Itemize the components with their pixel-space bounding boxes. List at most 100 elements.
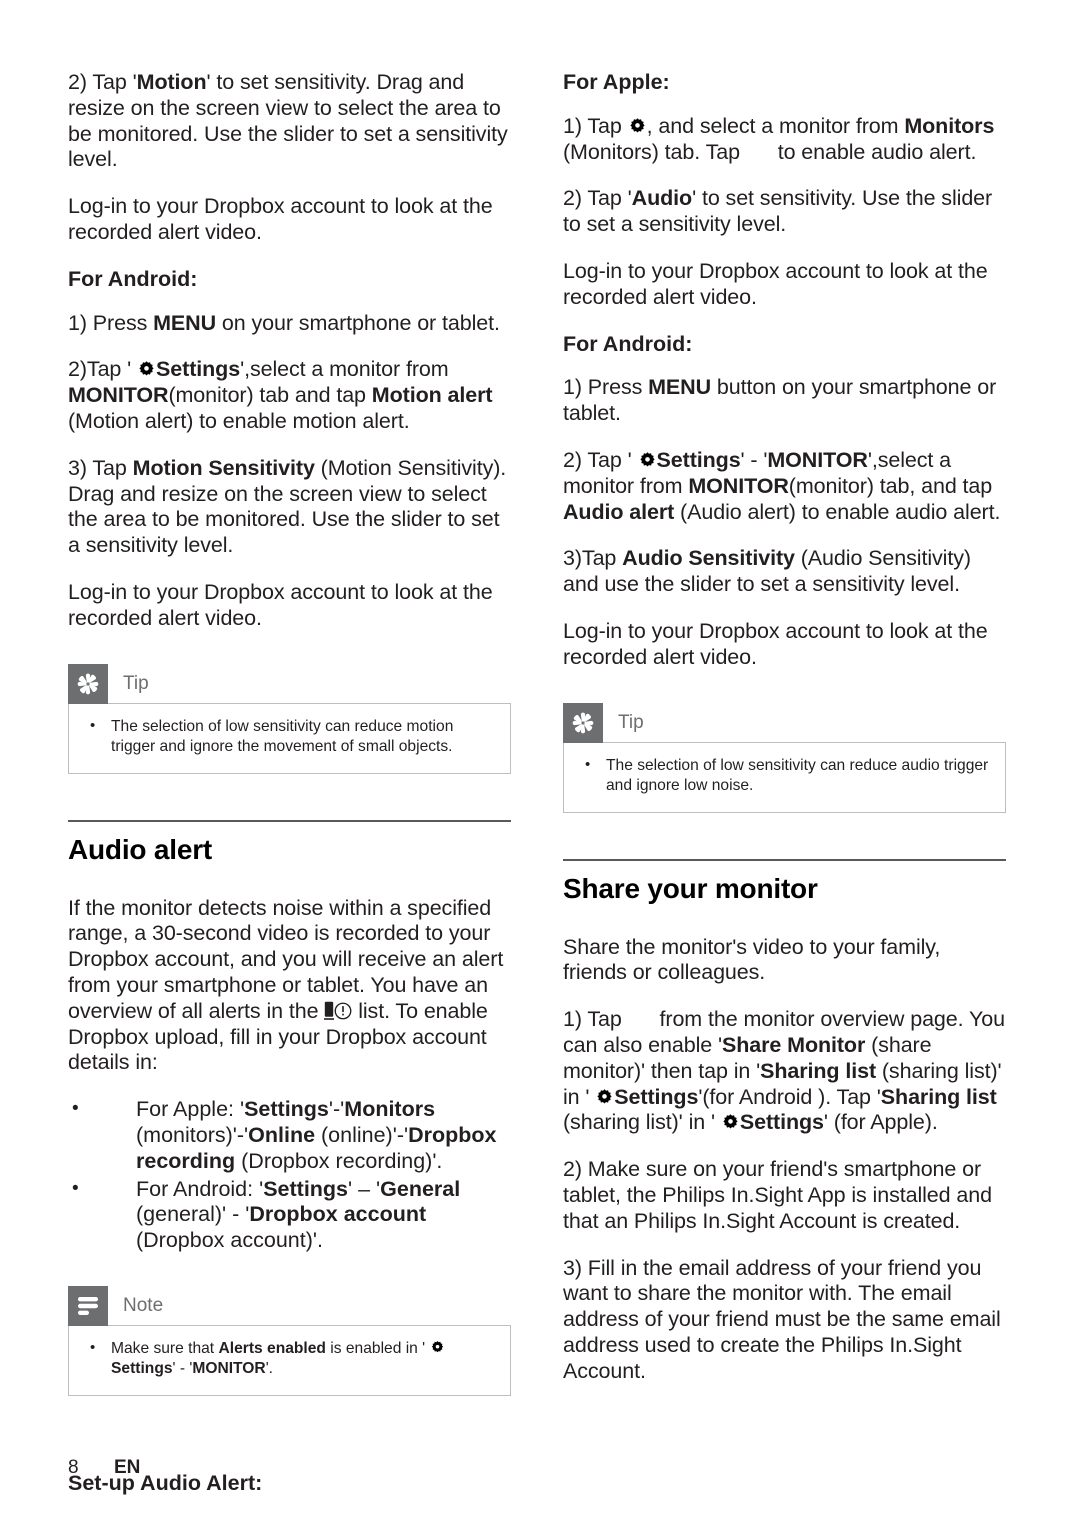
text-run: (monitor) tab, and tap <box>788 473 993 498</box>
gear-icon <box>595 1088 614 1107</box>
paragraph-android-step1: 1) Press MENU button on your smartphone … <box>563 375 1006 427</box>
right-column: For Apple: 1) Tap , and select a monitor… <box>563 70 1006 1406</box>
asterisk-icon-glyph <box>77 673 99 694</box>
paragraph-motion-step2: 2) Tap 'Motion' to set sensitivity. Drag… <box>68 70 511 173</box>
text-run-bold: Motion alert <box>371 383 493 408</box>
text-run-bold: Audio <box>631 186 693 211</box>
text-run: 1) Press <box>563 375 649 400</box>
text-run-bold: Settings <box>739 1110 824 1135</box>
callout-list-item: The selection of low sensitivity can red… <box>85 716 494 758</box>
paragraph-android-step3: 3)Tap Audio Sensitivity (Audio Sensitivi… <box>563 546 1006 598</box>
gear-icon <box>628 117 647 136</box>
paragraph-audio-alert-intro: If the monitor detects noise within a sp… <box>68 896 511 1077</box>
text-run: 2) Tap ' <box>68 70 137 94</box>
callout-list: The selection of low sensitivity can red… <box>85 716 494 758</box>
text-run: 2) Tap ' <box>563 186 632 211</box>
paragraph-share-step2: 2) Make sure on your friend's smartphone… <box>563 1157 992 1233</box>
text-run: 3) Tap <box>68 455 133 480</box>
paragraph-dropbox-login-2: Log-in to your Dropbox account to look a… <box>563 618 988 669</box>
paragraph-android-step2: 2) Tap ' Settings' - 'MONITOR',select a … <box>563 448 1006 525</box>
paragraph-android-step3: 3) Tap Motion Sensitivity (Motion Sensit… <box>68 456 511 559</box>
callout-header: Note <box>68 1285 511 1326</box>
device-icon <box>324 1001 335 1020</box>
section-divider <box>563 858 1006 861</box>
text-run-bold: Settings <box>614 1084 699 1109</box>
text-run-bold: MENU <box>648 375 712 400</box>
text-run-bold: Motion Sensitivity <box>132 455 315 480</box>
text-run: (Dropbox account)'. <box>136 1228 323 1253</box>
callout-list-item: Make sure that Alerts enabled is enabled… <box>85 1338 494 1380</box>
callout-list: Make sure that Alerts enabled is enabled… <box>85 1338 494 1380</box>
paragraph-android-step2: 2)Tap ' Settings',select a monitor from … <box>68 357 511 434</box>
list-item: For Apple: 'Settings'-'Monitors (monitor… <box>68 1096 511 1174</box>
note-callout-alerts: Note Make sure that Alerts enabled is en… <box>68 1285 511 1396</box>
text-run-bold: Audio Sensitivity <box>622 546 795 571</box>
callout-list-item: The selection of low sensitivity can red… <box>580 755 989 797</box>
text-run: (general)' - ' <box>136 1202 250 1227</box>
paragraph-apple-step1: 1) Tap , and select a monitor from Monit… <box>563 114 1006 166</box>
note-lines-icon <box>68 1285 108 1326</box>
text-run: '(for Android ). Tap ' <box>698 1084 881 1109</box>
heading-for-android: For Android: <box>68 266 198 291</box>
section-share-monitor: Share your monitor Share the monitor's v… <box>563 858 1006 1385</box>
text-run-bold: MONITOR <box>767 447 868 472</box>
dropbox-settings-bullet-list: For Apple: 'Settings'-'Monitors (monitor… <box>68 1096 511 1254</box>
callout-body: The selection of low sensitivity can red… <box>68 702 511 774</box>
paragraph-share-step1: 1) Tap from the monitor overview page. Y… <box>563 1007 1006 1136</box>
text-run: 1) Tap <box>563 1007 628 1032</box>
text-run: ' - ' <box>740 447 768 472</box>
heading-for-android: For Android: <box>563 331 693 356</box>
heading-for-apple: For Apple: <box>563 70 670 94</box>
document-page: 2) Tap 'Motion' to set sensitivity. Drag… <box>0 0 1080 1527</box>
asterisk-icon <box>563 702 603 743</box>
text-run-bold: Settings <box>244 1097 329 1122</box>
paragraph-share-step3: 3) Fill in the email address of your fri… <box>563 1255 1001 1383</box>
section-divider <box>68 819 511 822</box>
text-run: to enable audio alert. <box>771 139 977 164</box>
text-run: 1) Press <box>68 310 154 335</box>
text-run: (monitor) tab and tap <box>168 383 372 408</box>
two-column-layout: 2) Tap 'Motion' to set sensitivity. Drag… <box>68 70 1025 1496</box>
text-run: , and select a monitor from <box>646 113 905 138</box>
text-run: (Monitors) tab. Tap <box>563 139 746 164</box>
gear-icon <box>638 451 657 470</box>
text-run: 1) Tap <box>563 113 628 138</box>
text-run: 2)Tap ' <box>68 357 138 382</box>
text-run-bold: Monitors <box>904 113 995 138</box>
paragraph-dropbox-login-1: Log-in to your Dropbox account to look a… <box>68 194 493 244</box>
text-run-bold: Audio alert <box>563 499 675 524</box>
asterisk-icon <box>68 663 108 704</box>
callout-title: Note <box>123 1294 164 1316</box>
text-run-bold: Sharing list <box>880 1084 997 1109</box>
text-run-bold: MONITOR <box>192 1360 266 1378</box>
text-run-bold: Motion <box>136 70 207 94</box>
text-run: (Motion alert) to enable motion alert. <box>68 408 410 433</box>
text-run: (online)'-' <box>315 1122 409 1147</box>
text-run: ' - ' <box>172 1360 193 1378</box>
left-column: 2) Tap 'Motion' to set sensitivity. Drag… <box>68 70 511 1496</box>
paragraph-dropbox-login-2: Log-in to your Dropbox account to look a… <box>68 579 493 630</box>
text-run: '-' <box>328 1097 345 1122</box>
callout-title: Tip <box>123 672 149 694</box>
callout-header: Tip <box>563 702 1006 743</box>
text-run-bold: Settings <box>656 447 741 472</box>
text-run: 3)Tap <box>563 546 623 571</box>
text-run: (monitors)'-' <box>136 1122 249 1147</box>
text-run-bold: Share Monitor <box>722 1032 866 1057</box>
text-run: ' (for Apple). <box>823 1110 938 1135</box>
tip-callout-motion: Tip The selection of low sensitivity can… <box>68 663 511 774</box>
callout-body: The selection of low sensitivity can red… <box>563 741 1006 813</box>
text-run-bold: Sharing list <box>760 1058 876 1083</box>
gear-icon <box>721 1113 740 1132</box>
list-item: For Android: 'Settings' – 'General (gene… <box>68 1176 511 1254</box>
text-run: (Dropbox recording)'. <box>235 1148 443 1173</box>
text-run-bold: MONITOR <box>68 383 169 408</box>
text-run: on your smartphone or tablet. <box>216 310 500 335</box>
text-run: is enabled in ' <box>325 1339 430 1357</box>
text-run-bold: General <box>380 1176 461 1201</box>
text-run: (sharing list)' in ' <box>563 1110 721 1135</box>
text-run: ' – ' <box>348 1176 381 1201</box>
callout-title: Tip <box>618 711 644 733</box>
text-run: '. <box>265 1360 273 1378</box>
text-run-bold: Online <box>248 1122 316 1147</box>
